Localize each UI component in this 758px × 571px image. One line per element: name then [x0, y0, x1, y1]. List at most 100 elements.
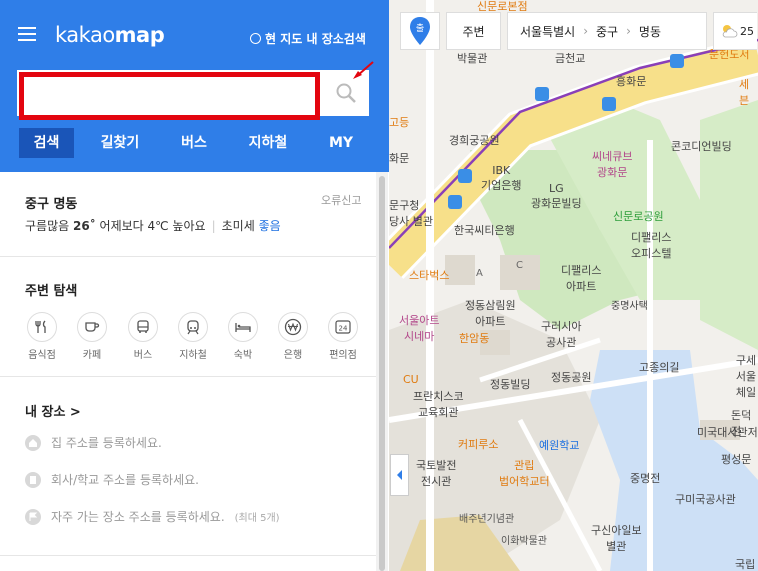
divider: [0, 256, 376, 257]
breadcrumb-dong[interactable]: 명동: [639, 23, 661, 40]
map-label[interactable]: 디팰리스 아파트: [561, 262, 601, 294]
nearby-title: 주변 탐색: [25, 284, 78, 299]
nearby-cafe[interactable]: 카페: [72, 312, 112, 361]
scrollbar-thumb[interactable]: [379, 176, 385, 571]
map-label[interactable]: 중명전: [630, 470, 660, 486]
map-label[interactable]: 문구청 당사 별관: [389, 197, 433, 229]
collapse-panel-button[interactable]: [390, 454, 409, 496]
bus-stop-icon[interactable]: [458, 169, 472, 183]
bus-stop-icon[interactable]: [670, 54, 684, 68]
breadcrumb-district[interactable]: 중구: [596, 23, 618, 40]
map-canvas[interactable]: 신문로본점 박물관 금천교 흥화문 문헌도서 세븐 고등 경희궁공원 콘코디언빌…: [389, 0, 758, 571]
current-location-button[interactable]: 출: [400, 12, 440, 50]
search-input[interactable]: [19, 72, 320, 120]
nearby-restaurant[interactable]: 음식점: [22, 312, 62, 361]
map-label[interactable]: 한국씨티은행: [454, 222, 515, 238]
nearby-subway[interactable]: 지하철: [173, 312, 213, 361]
building-icon: [30, 475, 36, 484]
map-label[interactable]: 구신아일보 별관: [591, 522, 642, 554]
map-label[interactable]: 이화박물관: [501, 532, 547, 547]
place-extra: (최대 5개): [234, 513, 280, 524]
tab-search[interactable]: 검색: [19, 128, 74, 158]
map-label[interactable]: 정동빌딩: [490, 376, 530, 392]
map-label[interactable]: 국립: [735, 556, 755, 571]
map-label[interactable]: CU: [403, 373, 419, 386]
map-toolbar: 출 주변 서울특별시 › 중구 › 명동 25: [400, 12, 757, 50]
map-label[interactable]: 씨네큐브 광화문: [592, 148, 632, 180]
map-label[interactable]: 배주년기념관: [459, 510, 514, 525]
radio-icon: [250, 33, 261, 44]
map-label[interactable]: 고종의길: [639, 359, 679, 375]
map-label[interactable]: LG 광화문빌딩: [531, 182, 582, 211]
nearby-label: 은행: [283, 350, 303, 361]
home-address-item[interactable]: 집 주소를 등록하세요.: [25, 434, 162, 451]
map-label[interactable]: A: [476, 268, 483, 279]
map-label[interactable]: 한암동: [459, 330, 489, 346]
place-text: 자주 가는 장소 주소를 등록하세요.: [51, 510, 225, 524]
nearby-label: 지하철: [179, 350, 207, 361]
map-label[interactable]: 커피루소: [458, 436, 498, 452]
map-label[interactable]: 세븐: [739, 76, 758, 108]
map-label[interactable]: C: [516, 260, 523, 271]
report-error-link[interactable]: 오류신고: [321, 192, 361, 208]
nearby-label: 편의점: [329, 350, 357, 361]
tab-directions[interactable]: 길찾기: [90, 128, 150, 158]
favorite-place-item[interactable]: 자주 가는 장소 주소를 등록하세요. (최대 5개): [25, 508, 280, 525]
map-label[interactable]: 관립 법어학교터: [499, 457, 550, 489]
bus-stop-icon[interactable]: [448, 195, 462, 209]
nearby-lodging[interactable]: 숙박: [223, 312, 263, 361]
map-label[interactable]: 미국대사관저: [697, 424, 758, 440]
nearby-convenience[interactable]: 24 편의점: [323, 312, 363, 361]
map-label[interactable]: 스타벅스: [409, 267, 449, 283]
bus-stop-icon[interactable]: [535, 87, 549, 101]
map-area-search-toggle[interactable]: 현 지도 내 장소검색: [250, 30, 366, 47]
map-label[interactable]: 흥화문: [616, 73, 646, 89]
map-label[interactable]: IBK 기업은행: [481, 164, 521, 193]
menu-icon[interactable]: [18, 27, 36, 41]
my-places-title[interactable]: 내 장소 >: [25, 401, 81, 420]
chevron-right-icon: ›: [626, 24, 631, 38]
map-label[interactable]: 구러시아 공사관: [541, 318, 581, 350]
fork-knife-icon: [35, 320, 46, 333]
breadcrumb: 서울특별시 › 중구 › 명동: [507, 12, 707, 50]
subway-icon: [187, 320, 199, 335]
map-label[interactable]: 콘코디언빌딩: [671, 138, 732, 154]
map-label[interactable]: 정동공원: [551, 369, 591, 385]
place-text: 회사/학교 주소를 등록하세요.: [51, 473, 199, 487]
bus-stop-icon[interactable]: [602, 97, 616, 111]
nearby-button[interactable]: 주변: [446, 12, 501, 50]
location-pin-icon: 출: [410, 17, 430, 45]
map-label[interactable]: 정동삼림원 아파트: [465, 297, 516, 329]
map-label[interactable]: 중명사택: [611, 297, 648, 312]
map-label[interactable]: 구미국공사관: [675, 491, 736, 507]
24-icon: 24: [335, 320, 351, 334]
weather-widget[interactable]: 25: [713, 12, 757, 50]
map-label[interactable]: 금천교: [555, 50, 585, 66]
tab-subway[interactable]: 지하철: [238, 128, 298, 158]
map-label[interactable]: 화문: [389, 150, 409, 166]
won-icon: [284, 318, 302, 336]
kakaomap-logo[interactable]: kakaomap: [55, 23, 165, 47]
map-label[interactable]: 국토발전 전시관: [416, 457, 456, 489]
map-label[interactable]: 예원학교: [539, 437, 579, 453]
cup-icon: [85, 322, 100, 332]
dust-label: 초미세: [221, 219, 255, 233]
map-label[interactable]: 경희궁공원: [449, 132, 500, 148]
map-label[interactable]: 디팰리스 오피스텔: [631, 229, 671, 261]
map-label[interactable]: 평성문: [721, 451, 751, 467]
nearby-bank[interactable]: 은행: [273, 312, 313, 361]
breadcrumb-city[interactable]: 서울특별시: [520, 23, 575, 40]
map-label[interactable]: 프란치스코 교육회관: [413, 388, 464, 420]
map-label[interactable]: 고등: [389, 114, 409, 130]
map-label[interactable]: 신문로공원: [613, 208, 664, 224]
map-label[interactable]: 구세 서울체일: [734, 352, 758, 400]
nearby-label: 숙박: [233, 350, 253, 361]
work-address-item[interactable]: 회사/학교 주소를 등록하세요.: [25, 471, 199, 488]
map-label[interactable]: 서울아트 시네마: [399, 312, 439, 344]
tab-my[interactable]: MY: [316, 128, 366, 158]
tab-bus[interactable]: 버스: [166, 128, 222, 158]
map-label[interactable]: 박물관: [457, 50, 487, 66]
svg-text:출: 출: [416, 23, 424, 34]
scrollbar[interactable]: [376, 172, 388, 571]
nearby-bus[interactable]: 버스: [123, 312, 163, 361]
